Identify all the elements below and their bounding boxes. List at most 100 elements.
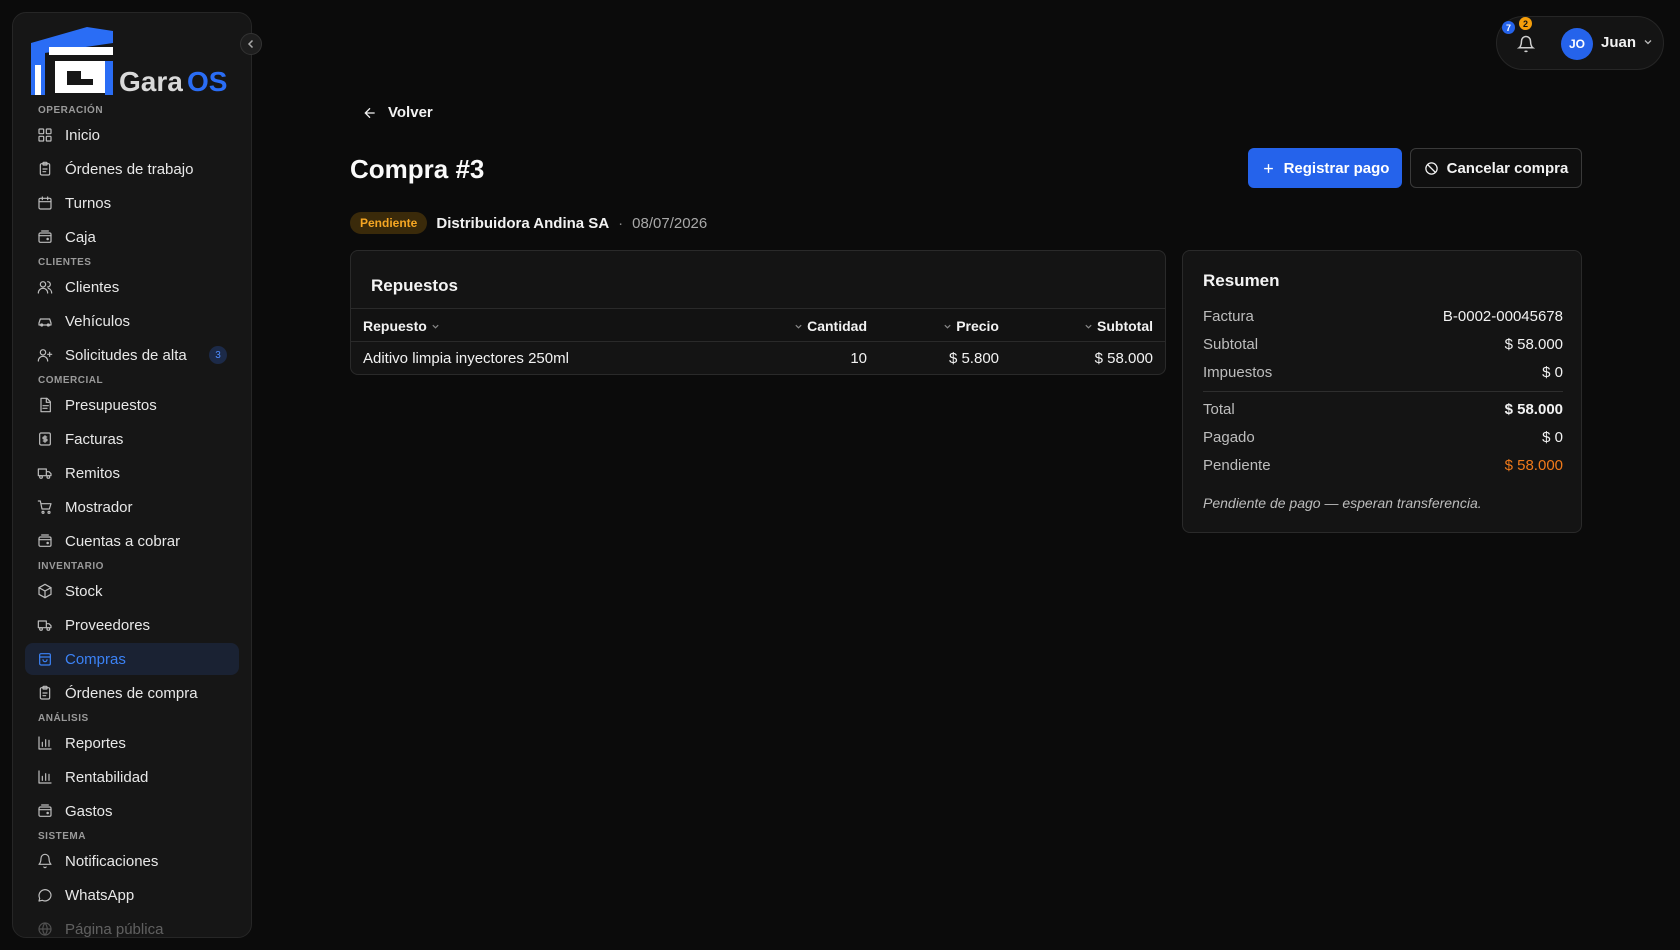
sidebar-item-compras[interactable]: Compras (25, 643, 239, 675)
parts-table-header: Repuesto Cantidad Precio Subtotal (351, 308, 1165, 342)
sidebar-item-mostrador[interactable]: Mostrador (25, 491, 239, 523)
sidebar-item-reportes[interactable]: Reportes (25, 727, 239, 759)
parts-title: Repuestos (371, 276, 458, 295)
column-header-price[interactable]: Precio (943, 318, 999, 334)
cell-quantity: 10 (850, 350, 867, 367)
taxes-label: Impuestos (1203, 364, 1273, 381)
sidebar-item-label: Proveedores (65, 616, 151, 634)
user-name[interactable]: Juan (1601, 34, 1636, 51)
box-icon (38, 583, 52, 599)
chevron-down-icon (432, 324, 439, 329)
subtotal-value: $ 58.000 (1504, 336, 1563, 353)
invoice-value: B-0002-00045678 (1442, 308, 1563, 325)
sidebar-item-label: Rentabilidad (65, 768, 149, 786)
sidebar-item-label: Inicio (65, 126, 101, 144)
sidebar-item-label: Clientes (65, 278, 120, 296)
chevron-left-icon (247, 39, 254, 49)
clipboard-icon (39, 161, 51, 176)
column-header-subtotal[interactable]: Subtotal (1084, 318, 1153, 334)
sidebar-section-title: OPERACIÓN (38, 105, 104, 116)
cell-price: $ 5.800 (948, 350, 999, 367)
sidebar-section-title: INVENTARIO (38, 561, 104, 572)
sidebar-item-label: WhatsApp (65, 886, 135, 904)
cart-icon (37, 500, 52, 514)
shopping-bag-icon (39, 653, 51, 666)
table-row[interactable]: Aditivo limpia inyectores 250ml 10 $ 5.8… (351, 342, 1165, 374)
sidebar-item-rentabilidad[interactable]: Rentabilidad (25, 761, 239, 793)
status-badge: Pendiente (350, 212, 428, 234)
document-icon (40, 397, 51, 413)
bar-chart-icon (38, 770, 52, 784)
wallet-icon (38, 534, 52, 547)
sidebar-item-gastos[interactable]: Gastos (25, 795, 239, 827)
sidebar-item-ordenes-de-compra[interactable]: Órdenes de compra (25, 677, 239, 709)
register-payment-label: Registrar pago (1283, 159, 1390, 177)
paid-label: Pagado (1203, 429, 1255, 446)
sidebar-item-proveedores[interactable]: Proveedores (25, 609, 239, 641)
meta-separator: · (618, 214, 624, 232)
total-label: Total (1203, 401, 1235, 418)
sidebar-item-cuentas-a-cobrar[interactable]: Cuentas a cobrar (25, 525, 239, 557)
ban-icon (1424, 161, 1438, 175)
sidebar-item-label: Órdenes de compra (65, 684, 198, 702)
plus-icon (1263, 163, 1273, 173)
sidebar-item-presupuestos[interactable]: Presupuestos (25, 389, 239, 421)
total-value: $ 58.000 (1504, 401, 1563, 418)
users-icon (37, 281, 53, 294)
sidebar-item-label: Solicitudes de alta (65, 346, 187, 364)
back-link[interactable]: Volver (362, 104, 433, 121)
garaos-logo[interactable]: Gara OS (27, 25, 243, 99)
sidebar-item-label: Facturas (65, 430, 124, 448)
sidebar-item-label: Remitos (65, 464, 121, 482)
pending-value: $ 58.000 (1504, 457, 1563, 474)
chevron-down-icon (795, 324, 802, 329)
sidebar-item-ordenes-de-trabajo[interactable]: Órdenes de trabajo (25, 153, 239, 185)
sidebar-item-label: Reportes (65, 734, 126, 752)
column-label-part: Repuesto (363, 318, 427, 334)
chevron-down-icon[interactable] (1643, 37, 1653, 47)
summary-subtotal: Subtotal $ 58.000 (1203, 336, 1563, 353)
sidebar-item-turnos[interactable]: Turnos (25, 187, 239, 219)
sidebar-item-badge: 3 (209, 346, 227, 364)
sidebar-item-whatsapp[interactable]: WhatsApp (25, 879, 239, 911)
column-header-quantity[interactable]: Cantidad (794, 318, 867, 334)
sidebar-section-title: SISTEMA (38, 831, 86, 842)
invoice-icon (39, 432, 51, 446)
sidebar-item-inicio[interactable]: Inicio (25, 119, 239, 151)
sidebar-item-vehiculos[interactable]: Vehículos (25, 305, 239, 337)
cancel-purchase-label: Cancelar compra (1446, 159, 1569, 177)
sidebar-item-label: Gastos (65, 802, 113, 820)
sidebar-nav: OPERACIÓN Inicio Órdenes de trabajo Turnos C… (13, 103, 251, 937)
supplier-name: Distribuidora Andina SA (436, 214, 610, 232)
summary-invoice: Factura B-0002-00045678 (1203, 308, 1563, 325)
column-header-part[interactable]: Repuesto (363, 318, 440, 334)
bell-icon (38, 853, 52, 869)
register-payment-button[interactable]: Registrar pago (1248, 148, 1402, 188)
summary-paid: Pagado $ 0 (1203, 429, 1563, 446)
back-label: Volver (388, 104, 433, 121)
summary-taxes: Impuestos $ 0 (1203, 364, 1563, 381)
collapse-sidebar-button[interactable] (240, 33, 262, 55)
sidebar-item-clientes[interactable]: Clientes (25, 271, 239, 303)
sidebar-item-remitos[interactable]: Remitos (25, 457, 239, 489)
sidebar-item-stock[interactable]: Stock (25, 575, 239, 607)
avatar[interactable]: JO (1561, 28, 1593, 60)
page-title: Compra #3 (350, 154, 485, 184)
cancel-purchase-button[interactable]: Cancelar compra (1410, 148, 1582, 188)
wallet-icon (38, 230, 52, 243)
sidebar-item-label: Presupuestos (65, 396, 157, 414)
sidebar-section-title: ANÁLISIS (38, 713, 89, 724)
chat-icon (38, 889, 52, 902)
summary-title: Resumen (1203, 271, 1280, 290)
sidebar-item-label: Turnos (65, 194, 112, 212)
sidebar-item-facturas[interactable]: Facturas (25, 423, 239, 455)
sidebar-item-caja[interactable]: Caja (25, 221, 239, 253)
sidebar-item-pagina-publica[interactable]: Página pública (25, 913, 239, 937)
sidebar-item-solicitudes-de-alta[interactable]: Solicitudes de alta 3 (25, 339, 239, 371)
bar-chart-icon (38, 736, 52, 750)
column-label-subtotal: Subtotal (1097, 318, 1153, 334)
sidebar-item-label: Compras (65, 650, 126, 668)
sidebar-item-notificaciones[interactable]: Notificaciones (25, 845, 239, 877)
bell-icon[interactable] (1517, 35, 1535, 53)
chevron-down-icon (944, 324, 951, 329)
